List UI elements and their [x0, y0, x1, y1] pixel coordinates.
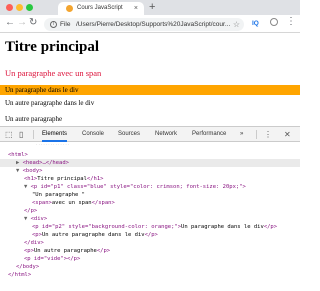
menu-kebab-icon[interactable]: ⋮	[286, 16, 296, 28]
back-arrow-icon[interactable]: ←	[5, 17, 15, 29]
dom-close-tag: </h1>	[86, 176, 104, 182]
new-tab-button[interactable]: +	[149, 1, 155, 13]
dom-close-tag: </p>	[96, 248, 111, 254]
address-url[interactable]: /Users/Pierre/Desktop/Supports%20JavaScr…	[76, 18, 230, 31]
browser-tab[interactable]: Cours JavaScript ×	[58, 2, 144, 15]
extension-circle-icon[interactable]	[270, 18, 278, 26]
dom-text: Titre principal	[37, 176, 87, 182]
star-icon[interactable]: ☆	[233, 18, 240, 31]
dom-tree-row[interactable]: ▼ <body>	[16, 167, 43, 175]
browser-window: Cours JavaScript × + ← → ↻ i File /Users…	[0, 0, 300, 291]
dom-tree-row[interactable]: <p>Un autre paragraphe dans le div</p>	[32, 231, 158, 239]
title-bar: Cours JavaScript × +	[0, 0, 300, 15]
minimize-window-icon[interactable]	[16, 4, 23, 11]
close-tab-icon[interactable]: ×	[134, 2, 138, 15]
tab-title: Cours JavaScript	[77, 5, 123, 11]
more-tabs-button[interactable]: »	[240, 127, 243, 142]
dom-tree: <html> ▶ <head>…</head> ▼ <body> <h1>Titre …	[0, 151, 300, 291]
page-content: Titre principal Un paragraphe avec un sp…	[0, 34, 300, 126]
dom-tag: <p id="vide">	[24, 256, 68, 262]
inspect-element-icon[interactable]: ⬚	[5, 130, 13, 139]
dom-tree-row[interactable]: <p id="vide"></p>	[24, 255, 80, 263]
tab-network[interactable]: Network	[155, 127, 177, 142]
dom-tree-row[interactable]: </p>	[24, 207, 37, 215]
dom-tree-row[interactable]: </body>	[16, 263, 39, 271]
dom-tag: <p id="p1" class="blue" style="color: cr…	[30, 184, 246, 190]
favicon-icon	[66, 5, 73, 12]
close-devtools-icon[interactable]: ✕	[284, 130, 291, 139]
dom-tag: <p id="p2" style="background-color: oran…	[32, 224, 182, 230]
tab-elements[interactable]: Elements	[42, 127, 68, 142]
address-scheme-label: File	[60, 21, 71, 28]
browser-toolbar: ← → ↻ i File /Users/Pierre/Desktop/Suppo…	[0, 15, 300, 33]
separator	[33, 130, 34, 139]
maximize-window-icon[interactable]	[26, 4, 33, 11]
dom-tree-row[interactable]: ▼ <p id="p1" class="blue" style="color: …	[24, 183, 246, 191]
reload-icon[interactable]: ↻	[29, 17, 37, 29]
expand-triangle-icon[interactable]: ▼	[24, 216, 31, 222]
dom-tag: <p>	[32, 232, 42, 238]
dom-tag: <span>	[32, 200, 52, 206]
dom-tag: <div>	[30, 216, 48, 222]
dom-tag: </div>	[24, 240, 44, 246]
dom-tag: <body>	[22, 168, 43, 174]
dom-close-tag: </p>	[263, 224, 278, 230]
more-options-icon[interactable]: ⋮	[264, 130, 272, 139]
separator	[256, 130, 257, 139]
dom-tag: <h1>	[24, 176, 38, 182]
dom-text: avec un span	[51, 200, 92, 206]
dom-tag: <head>…</head>	[22, 160, 69, 166]
dom-tree-row[interactable]: ▶ <head>…</head>	[16, 159, 69, 167]
device-toolbar-icon[interactable]: ▯	[19, 130, 23, 139]
dom-tree-row[interactable]: </html>	[8, 271, 31, 279]
info-icon[interactable]: i	[50, 21, 57, 28]
address-bar[interactable]: i File /Users/Pierre/Desktop/Supports%20…	[44, 18, 244, 31]
dom-tag: </body>	[16, 264, 40, 270]
dom-tree-row[interactable]: </div>	[24, 239, 44, 247]
dom-tree-row[interactable]: <span>avec un span</span>	[32, 199, 115, 207]
expand-triangle-icon[interactable]: ▼	[24, 184, 31, 190]
dom-tree-row[interactable]: <p>Un autre paragraphe</p>	[24, 247, 110, 255]
close-window-icon[interactable]	[6, 4, 13, 11]
tab-console[interactable]: Console	[82, 127, 104, 142]
dom-text: Un autre paragraphe dans le div	[41, 232, 145, 238]
page-heading: Titre principal	[5, 39, 100, 55]
tab-sources[interactable]: Sources	[118, 127, 140, 142]
paragraph-with-span: Un paragraphe avec un span	[5, 68, 102, 78]
dom-text: Un paragraphe dans le div	[181, 224, 264, 230]
orange-paragraph: Un paragraphe dans le div	[0, 85, 300, 95]
collapse-triangle-icon[interactable]: ▶	[16, 160, 23, 166]
extension-iq-icon[interactable]: IQ	[252, 19, 259, 29]
outer-paragraph: Un autre paragraphe	[5, 115, 63, 123]
breadcrumb: · · · · · · · · · · · · · ·	[36, 142, 70, 147]
dom-tag: <html>	[8, 152, 28, 158]
dom-tree-row[interactable]: <p id="p2" style="background-color: oran…	[32, 223, 277, 231]
dom-tag: </p>	[24, 208, 38, 214]
dom-close-tag: </p>	[144, 232, 158, 238]
dom-tree-row[interactable]: <html>	[8, 151, 28, 159]
forward-arrow-icon[interactable]: →	[17, 17, 27, 29]
div-paragraph: Un autre paragraphe dans le div	[5, 99, 95, 107]
dom-text: Un autre paragraphe	[33, 248, 97, 254]
dom-close-tag: </p>	[67, 256, 81, 262]
dom-tree-row[interactable]: <h1>Titre principal</h1>	[24, 175, 103, 183]
dom-tree-row[interactable]: ▼ <div>	[24, 215, 47, 223]
tab-performance[interactable]: Performance	[192, 127, 226, 142]
devtools-tab-bar: ⬚ ▯ Elements Console Sources Network Per…	[0, 126, 300, 142]
dom-close-tag: </span>	[91, 200, 115, 206]
dom-tag: </html>	[8, 272, 32, 278]
dom-text: "Un paragraphe "	[32, 192, 85, 198]
dom-tag: <p>	[24, 248, 34, 254]
expand-triangle-icon[interactable]: ▼	[16, 168, 23, 174]
dom-tree-row[interactable]: "Un paragraphe "	[32, 191, 85, 199]
